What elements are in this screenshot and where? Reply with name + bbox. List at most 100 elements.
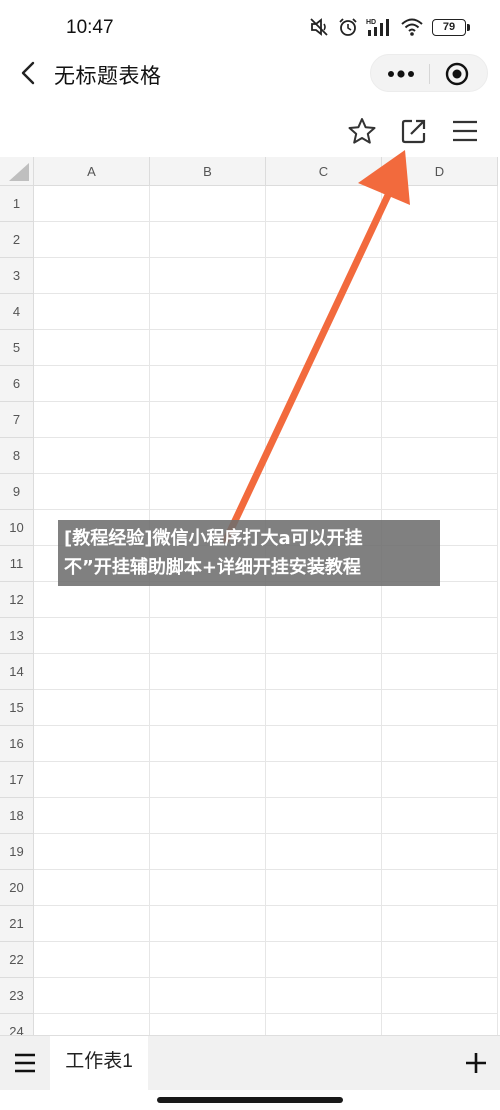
grid-cell[interactable] — [382, 402, 498, 438]
grid-cell[interactable] — [150, 1014, 266, 1035]
share-icon[interactable] — [399, 116, 429, 146]
star-icon[interactable] — [347, 116, 377, 146]
row-header[interactable]: 21 — [0, 906, 34, 942]
grid-cell[interactable] — [34, 438, 150, 474]
grid-cell[interactable] — [266, 258, 382, 294]
grid-cell[interactable] — [150, 654, 266, 690]
grid-cell[interactable] — [34, 834, 150, 870]
grid-cell[interactable] — [34, 330, 150, 366]
grid-cell[interactable] — [34, 402, 150, 438]
grid-cell[interactable] — [34, 654, 150, 690]
grid-cell[interactable] — [266, 438, 382, 474]
grid-cell[interactable] — [382, 762, 498, 798]
grid-cell[interactable] — [382, 438, 498, 474]
column-header[interactable]: C — [266, 157, 382, 186]
grid-cell[interactable] — [266, 942, 382, 978]
column-header[interactable]: D — [382, 157, 498, 186]
grid-cell[interactable] — [382, 222, 498, 258]
grid-cell[interactable] — [382, 942, 498, 978]
grid-cell[interactable] — [266, 690, 382, 726]
grid-cell[interactable] — [34, 222, 150, 258]
row-header[interactable]: 8 — [0, 438, 34, 474]
grid-cell[interactable] — [34, 870, 150, 906]
grid-cell[interactable] — [34, 690, 150, 726]
row-header[interactable]: 14 — [0, 654, 34, 690]
grid-cell[interactable] — [150, 870, 266, 906]
grid-cell[interactable] — [266, 222, 382, 258]
grid-cell[interactable] — [266, 366, 382, 402]
grid-cell[interactable] — [150, 258, 266, 294]
grid-cell[interactable] — [382, 978, 498, 1014]
grid-cell[interactable] — [150, 294, 266, 330]
grid-cell[interactable] — [266, 294, 382, 330]
row-header[interactable]: 16 — [0, 726, 34, 762]
grid-cell[interactable] — [382, 834, 498, 870]
grid-cell[interactable] — [34, 726, 150, 762]
grid-cell[interactable] — [382, 654, 498, 690]
grid-cell[interactable] — [34, 762, 150, 798]
row-header[interactable]: 1 — [0, 186, 34, 222]
row-header[interactable]: 12 — [0, 582, 34, 618]
grid-cell[interactable] — [34, 1014, 150, 1035]
grid-cell[interactable] — [266, 978, 382, 1014]
grid-cell[interactable] — [150, 582, 266, 618]
grid-cell[interactable] — [150, 762, 266, 798]
grid-cell[interactable] — [382, 726, 498, 762]
grid-cell[interactable] — [382, 870, 498, 906]
row-header[interactable]: 3 — [0, 258, 34, 294]
select-all-corner[interactable] — [0, 157, 34, 186]
column-header[interactable]: B — [150, 157, 266, 186]
grid-cell[interactable] — [382, 582, 498, 618]
grid-cell[interactable] — [34, 906, 150, 942]
row-header[interactable]: 9 — [0, 474, 34, 510]
grid-cell[interactable] — [150, 186, 266, 222]
row-header[interactable]: 4 — [0, 294, 34, 330]
grid-cell[interactable] — [266, 906, 382, 942]
grid-cell[interactable] — [34, 474, 150, 510]
grid-cell[interactable] — [34, 294, 150, 330]
grid-cell[interactable] — [266, 582, 382, 618]
grid-cell[interactable] — [382, 906, 498, 942]
row-header[interactable]: 20 — [0, 870, 34, 906]
row-header[interactable]: 22 — [0, 942, 34, 978]
row-header[interactable]: 19 — [0, 834, 34, 870]
grid-cell[interactable] — [150, 366, 266, 402]
grid-cell[interactable] — [34, 582, 150, 618]
grid-cell[interactable] — [150, 402, 266, 438]
grid-cell[interactable] — [150, 798, 266, 834]
grid-cell[interactable] — [34, 258, 150, 294]
grid-cell[interactable] — [382, 258, 498, 294]
grid-cell[interactable] — [266, 834, 382, 870]
grid-cell[interactable] — [266, 798, 382, 834]
grid-cell[interactable] — [382, 366, 498, 402]
grid-cell[interactable] — [266, 654, 382, 690]
grid-cell[interactable] — [150, 978, 266, 1014]
grid-cell[interactable] — [150, 222, 266, 258]
grid-cell[interactable] — [382, 330, 498, 366]
grid-cell[interactable] — [150, 330, 266, 366]
menu-icon[interactable] — [450, 116, 480, 146]
row-header[interactable]: 15 — [0, 690, 34, 726]
row-header[interactable]: 6 — [0, 366, 34, 402]
grid-cell[interactable] — [382, 474, 498, 510]
grid-cell[interactable] — [150, 438, 266, 474]
grid-cell[interactable] — [266, 1014, 382, 1035]
row-header[interactable]: 10 — [0, 510, 34, 546]
grid-cell[interactable] — [382, 798, 498, 834]
more-icon[interactable] — [385, 64, 417, 84]
grid-cell[interactable] — [382, 690, 498, 726]
spreadsheet-grid[interactable]: A B C D 1 2 3 4 5 6 7 8 9 10 11 12 13 14 15 16 17 18 19 20 21 22 2… — [0, 157, 500, 1035]
grid-cell[interactable] — [150, 942, 266, 978]
sheet-list-icon[interactable] — [12, 1051, 38, 1075]
grid-cell[interactable] — [150, 690, 266, 726]
row-header[interactable]: 7 — [0, 402, 34, 438]
grid-cell[interactable] — [34, 618, 150, 654]
grid-cell[interactable] — [34, 186, 150, 222]
grid-cell[interactable] — [266, 474, 382, 510]
grid-cell[interactable] — [266, 870, 382, 906]
grid-cell[interactable] — [382, 294, 498, 330]
grid-cell[interactable] — [266, 762, 382, 798]
row-header[interactable]: 23 — [0, 978, 34, 1014]
row-header[interactable]: 2 — [0, 222, 34, 258]
row-header[interactable]: 5 — [0, 330, 34, 366]
